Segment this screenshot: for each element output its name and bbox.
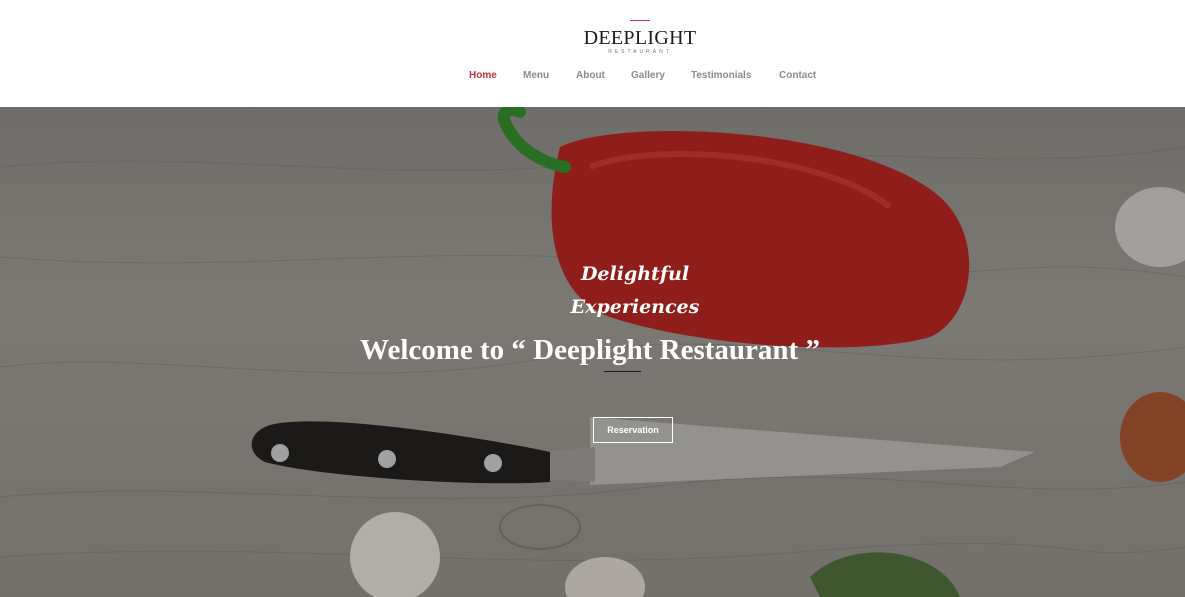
- hero-headline: Welcome to “ Deeplight Restaurant ”: [360, 334, 820, 366]
- hero-script-line-1: Delightful: [580, 263, 690, 285]
- site-header: DEEPLIGHT RESTAURANT Home Menu About Gal…: [0, 0, 1185, 107]
- site-logo[interactable]: DEEPLIGHT: [540, 27, 740, 50]
- nav-item-contact[interactable]: Contact: [779, 70, 816, 81]
- logo-accent-line: [630, 20, 650, 21]
- nav-item-menu[interactable]: Menu: [523, 70, 549, 81]
- nav-item-gallery[interactable]: Gallery: [631, 70, 665, 81]
- nav-item-testimonials[interactable]: Testimonials: [691, 70, 751, 81]
- hero-section: Delightful Experiences Welcome to “ Deep…: [0, 107, 1185, 597]
- site-logo-subtitle: RESTAURANT: [608, 49, 672, 55]
- nav-item-about[interactable]: About: [576, 70, 605, 81]
- main-nav: Home Menu About Gallery Testimonials Con…: [0, 70, 1185, 84]
- headline-underline: [604, 371, 641, 372]
- reservation-button[interactable]: Reservation: [593, 417, 673, 443]
- hero-script-line-2: Experiences: [570, 296, 700, 318]
- nav-item-home[interactable]: Home: [469, 70, 497, 81]
